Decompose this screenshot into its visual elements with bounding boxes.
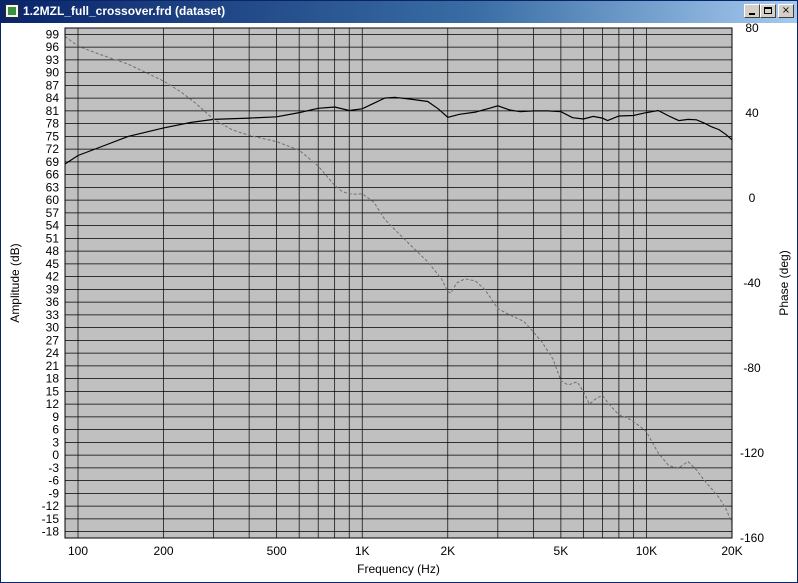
y2-tick-label: -160 [740, 531, 764, 545]
y-axis-title: Amplitude (dB) [8, 243, 22, 322]
x-axis: 100 200 500 1K 2K 5K 10K 20K [68, 544, 743, 558]
app-icon[interactable] [5, 4, 19, 18]
y2-tick-label: -80 [743, 361, 761, 375]
y2-tick-label: 80 [745, 23, 759, 35]
y2-axis-title: Phase (deg) [777, 250, 791, 315]
window-title: 1.2MZL_full_crossover.frd (dataset) [23, 4, 226, 18]
y2-tick-label: -40 [743, 276, 761, 290]
x-tick-label: 1K [355, 544, 370, 558]
x-tick-label: 500 [267, 544, 287, 558]
close-button[interactable]: × [778, 4, 794, 18]
x-tick-label: 100 [68, 544, 88, 558]
x-tick-label: 5K [554, 544, 569, 558]
app-window: 1.2MZL_full_crossover.frd (dataset) × 99… [0, 0, 798, 583]
y2-tick-label: 40 [745, 106, 759, 120]
x-axis-title: Frequency (Hz) [357, 562, 440, 576]
plot-area [65, 28, 732, 538]
title-bar[interactable]: 1.2MZL_full_crossover.frd (dataset) × [1, 1, 797, 23]
y-axis-left: 9996939087848178757269666360575451484542… [42, 27, 60, 538]
x-tick-label: 200 [154, 544, 174, 558]
x-tick-label: 10K [636, 544, 657, 558]
x-tick-label: 2K [440, 544, 455, 558]
maximize-button[interactable] [760, 4, 776, 18]
y2-tick-label: 0 [749, 191, 756, 205]
x-tick-label: 20K [721, 544, 742, 558]
y-tick-label: -18 [42, 525, 60, 539]
y2-tick-label: -120 [740, 446, 764, 460]
y-axis-right: 80 40 0 -40 -80 -120 -160 [740, 23, 764, 545]
frequency-response-chart: 9996939087848178757269666360575451484542… [8, 23, 791, 576]
minimize-button[interactable] [744, 4, 760, 18]
